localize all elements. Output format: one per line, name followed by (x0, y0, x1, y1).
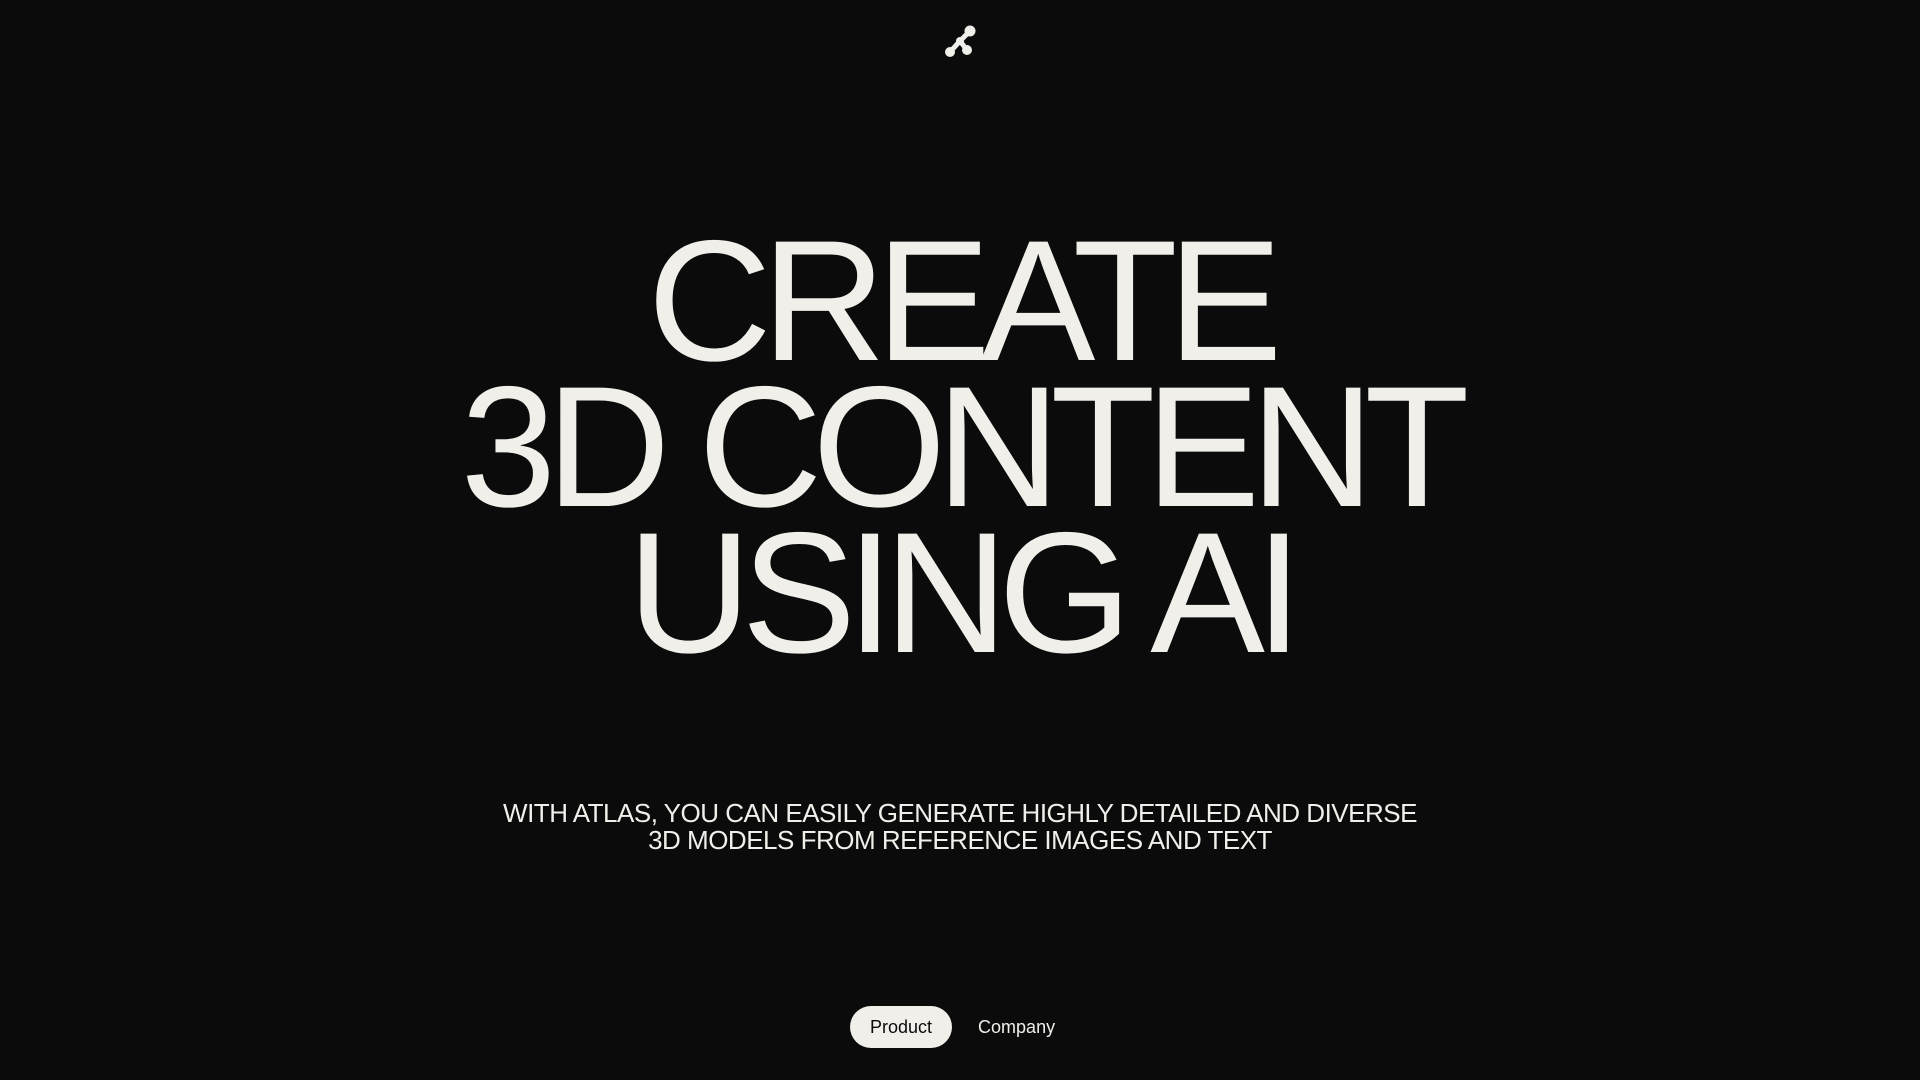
headline-line-3: USING AI (627, 497, 1303, 689)
hero-subtitle: WITH ATLAS, YOU CAN EASILY GENERATE HIGH… (0, 800, 1920, 854)
bottom-nav: Product Company (850, 1006, 1075, 1048)
subtitle-line-2: 3D MODELS FROM REFERENCE IMAGES AND TEXT (648, 825, 1272, 855)
landing-page: CREATE 3D CONTENT USING AI WITH ATLAS, Y… (0, 0, 1920, 1080)
atlas-logo-icon[interactable] (940, 22, 980, 62)
subtitle-line-1: WITH ATLAS, YOU CAN EASILY GENERATE HIGH… (503, 798, 1417, 828)
nav-company-link[interactable]: Company (958, 1006, 1075, 1048)
nav-product-button[interactable]: Product (850, 1006, 953, 1048)
hero-headline: CREATE 3D CONTENT USING AI (0, 215, 1920, 689)
